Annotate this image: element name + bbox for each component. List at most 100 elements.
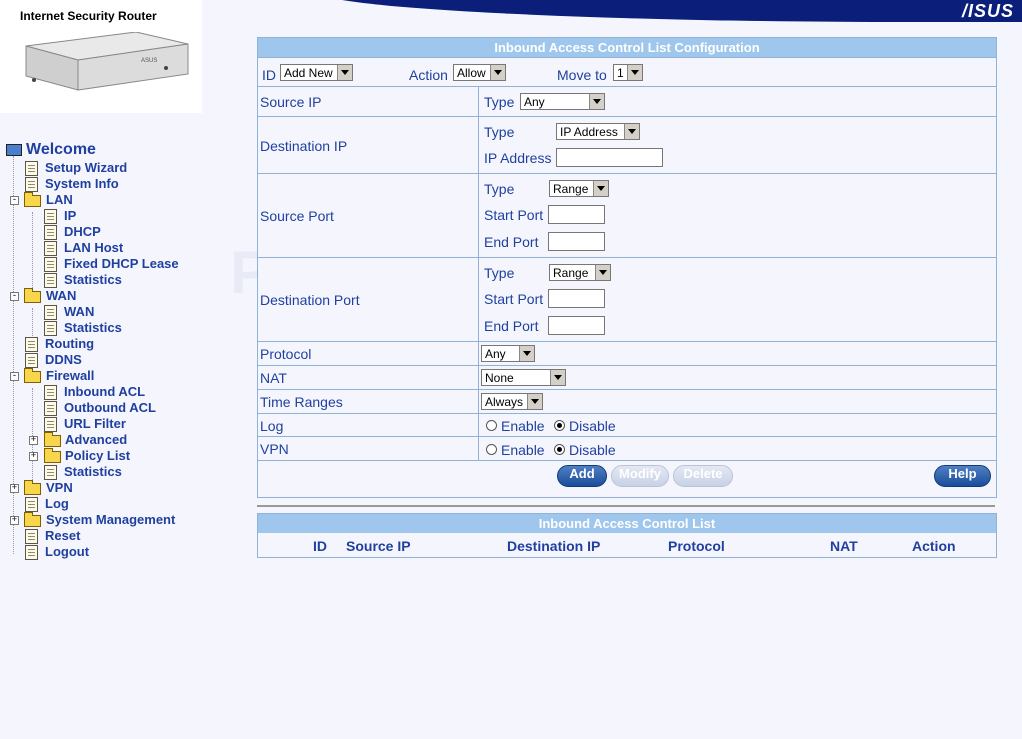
router-image: ASUS [25, 32, 189, 91]
page-icon [44, 209, 57, 224]
id-label: ID [262, 67, 276, 83]
action-select[interactable]: Allow [453, 64, 506, 81]
expand-icon[interactable]: + [29, 436, 38, 445]
dest-start-port-input[interactable] [548, 289, 605, 308]
id-select[interactable]: Add New [280, 64, 353, 81]
page-icon [44, 465, 57, 480]
computer-icon [6, 144, 22, 156]
source-end-port-label: End Port [484, 234, 539, 250]
source-port-type-select[interactable]: Range [549, 180, 609, 197]
row-source-port: Source Port Type Range Start Port End Po… [258, 173, 996, 258]
asus-logo: /ISUS [961, 1, 1014, 21]
log-disable-radio[interactable] [554, 420, 565, 431]
dest-ip-label: Destination IP [260, 138, 348, 154]
banner-wave [312, 0, 1022, 22]
chevron-down-icon [589, 94, 604, 109]
col-id: ID [313, 538, 327, 554]
page-icon [44, 385, 57, 400]
row-destination-port: Destination Port Type Range Start Port E… [258, 257, 996, 342]
row-source-ip: Source IP Type Any [258, 86, 996, 117]
folder-icon [44, 448, 61, 463]
log-enable-radio[interactable] [486, 420, 497, 431]
source-start-port-input[interactable] [548, 205, 605, 224]
chevron-down-icon [337, 65, 352, 80]
source-port-type-label: Type [484, 181, 515, 197]
divider [257, 505, 995, 507]
page-icon [44, 257, 57, 272]
modify-button[interactable]: Modify [611, 465, 669, 487]
row-nat: NAT None [258, 365, 996, 390]
row-id-action: ID Add New Action Allow Move to 1 [258, 57, 996, 87]
col-destination-ip: Destination IP [507, 538, 601, 554]
folder-open-icon [24, 192, 41, 207]
top-banner: /ISUS [202, 0, 1022, 22]
expand-icon[interactable]: + [10, 516, 19, 525]
row-vpn: VPN Enable Disable [258, 436, 996, 461]
dest-start-port-label: Start Port [484, 291, 544, 307]
col-source-ip: Source IP [346, 538, 411, 554]
collapse-icon[interactable]: - [10, 292, 19, 301]
acl-list: Inbound Access Control List ID Source IP… [257, 513, 997, 558]
col-action: Action [912, 538, 956, 554]
folder-icon [24, 512, 41, 527]
folder-open-icon [24, 368, 41, 383]
chevron-down-icon [593, 181, 608, 196]
time-ranges-select[interactable]: Always [481, 393, 543, 410]
dest-port-type-select[interactable]: Range [549, 264, 611, 281]
collapse-icon[interactable]: - [10, 372, 19, 381]
vpn-enable-label: Enable [501, 442, 545, 458]
source-start-port-label: Start Port [484, 207, 544, 223]
action-label: Action [409, 67, 448, 83]
page-icon [44, 321, 57, 336]
page-icon [44, 241, 57, 256]
chevron-down-icon [550, 370, 565, 385]
row-log: Log Enable Disable [258, 413, 996, 437]
ip-address-label: IP Address [484, 150, 552, 166]
page-icon [25, 177, 38, 192]
chevron-down-icon [490, 65, 505, 80]
source-port-label: Source Port [260, 208, 334, 224]
source-ip-type-select[interactable]: Any [520, 93, 605, 110]
col-nat: NAT [830, 538, 858, 554]
page-icon [44, 401, 57, 416]
page-icon [44, 225, 57, 240]
collapse-icon[interactable]: - [10, 196, 19, 205]
delete-button[interactable]: Delete [673, 465, 733, 487]
row-destination-ip: Destination IP Type IP Address IP Addres… [258, 116, 996, 174]
row-time-ranges: Time Ranges Always [258, 389, 996, 414]
page-icon [44, 273, 57, 288]
chevron-down-icon [527, 394, 542, 409]
protocol-select[interactable]: Any [481, 345, 535, 362]
add-button[interactable]: Add [557, 465, 607, 487]
product-logo-panel: Internet Security Router ASUS [0, 0, 202, 113]
moveto-select[interactable]: 1 [613, 64, 643, 81]
log-disable-label: Disable [569, 418, 616, 434]
folder-icon [24, 480, 41, 495]
row-protocol: Protocol Any [258, 341, 996, 366]
nat-select[interactable]: None [481, 369, 566, 386]
col-protocol: Protocol [668, 538, 725, 554]
dest-ip-type-select[interactable]: IP Address [556, 123, 640, 140]
source-ip-type-label: Type [484, 94, 515, 110]
folder-icon [44, 432, 61, 447]
dest-port-type-label: Type [484, 265, 515, 281]
page-icon [25, 529, 38, 544]
ip-address-input[interactable] [556, 148, 663, 167]
page-icon [44, 305, 57, 320]
expand-icon[interactable]: + [10, 484, 19, 493]
time-ranges-label: Time Ranges [260, 394, 343, 410]
vpn-enable-radio[interactable] [486, 444, 497, 455]
vpn-disable-radio[interactable] [554, 444, 565, 455]
dest-end-port-input[interactable] [548, 316, 605, 335]
protocol-label: Protocol [260, 346, 312, 362]
source-ip-label: Source IP [260, 94, 322, 110]
source-end-port-input[interactable] [548, 232, 605, 251]
folder-open-icon [24, 288, 41, 303]
row-buttons: Add Modify Delete Help [258, 460, 996, 498]
page-icon [44, 417, 57, 432]
moveto-label: Move to [557, 67, 607, 83]
expand-icon[interactable]: + [29, 452, 38, 461]
form-title: Inbound Access Control List Configuratio… [258, 38, 996, 57]
page-icon [25, 497, 38, 512]
help-button[interactable]: Help [934, 465, 991, 487]
